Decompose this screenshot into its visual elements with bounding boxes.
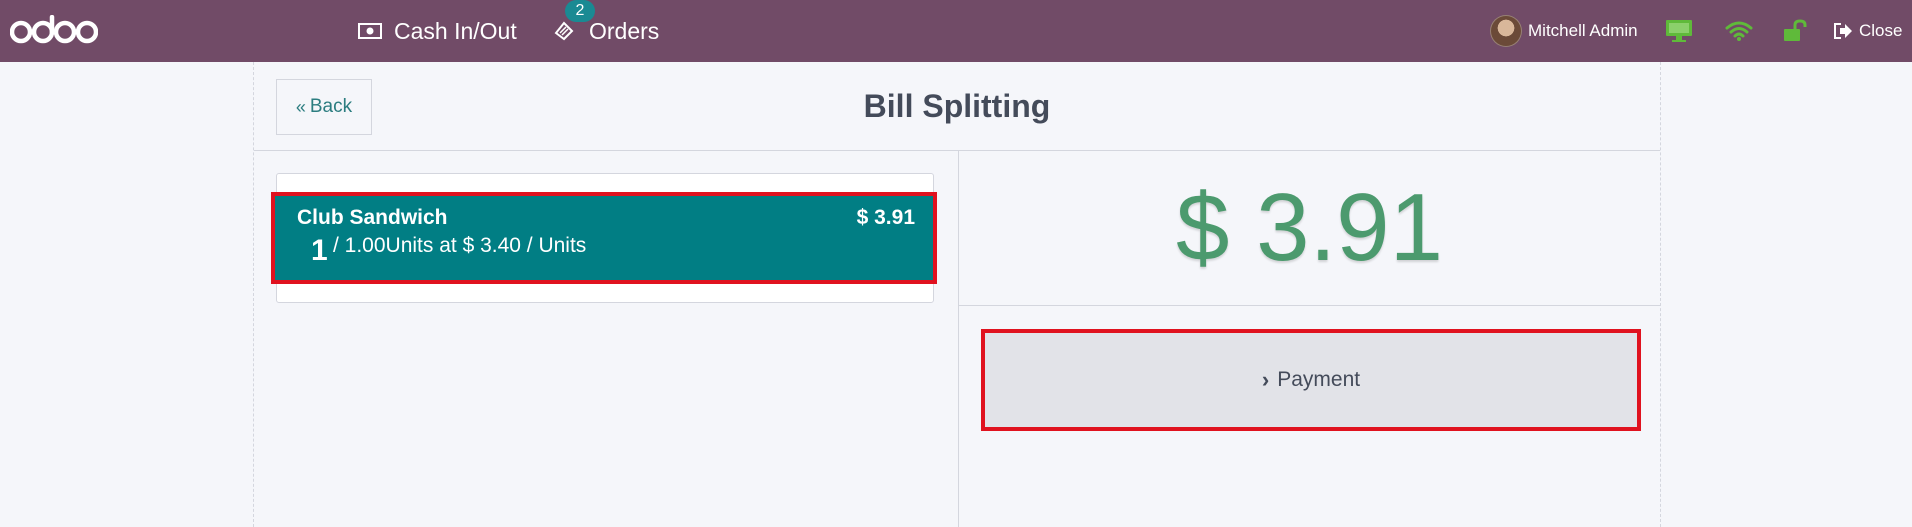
wifi-icon[interactable]: [1725, 0, 1753, 62]
unlock-icon[interactable]: [1782, 0, 1808, 62]
user-menu[interactable]: Mitchell Admin: [1490, 0, 1638, 62]
product-name: Club Sandwich: [297, 206, 448, 229]
split-total: $ 3.91: [1176, 174, 1443, 281]
orderlines-list: Club Sandwich $ 3.91 1 / 1.00Units at $ …: [271, 173, 937, 303]
orders-count-badge: 2: [565, 0, 595, 22]
user-name: Mitchell Admin: [1528, 21, 1638, 40]
page-title: Bill Splitting: [863, 88, 1051, 124]
orderline-club-sandwich[interactable]: Club Sandwich $ 3.91 1 / 1.00Units at $ …: [271, 192, 937, 284]
avatar: [1490, 15, 1522, 47]
close-button[interactable]: Close: [1833, 0, 1902, 62]
orderlines-pane: Club Sandwich $ 3.91 1 / 1.00Units at $ …: [254, 151, 959, 527]
back-button[interactable]: « Back: [276, 79, 372, 135]
orders-label: Orders: [589, 17, 660, 44]
top-navbar: Cash In/Out 2 Orders Mitchell Admin Clos…: [0, 0, 1912, 62]
payment-button[interactable]: › Payment: [981, 329, 1641, 431]
controls-pane: $ 3.91 › Payment: [959, 151, 1660, 527]
screen-header: Bill Splitting « Back: [254, 62, 1660, 151]
line-price: $ 3.91: [856, 206, 915, 229]
sign-out-icon: [1833, 22, 1853, 40]
line-unit-info: / 1.00Units at $ 3.40 / Units: [333, 234, 587, 257]
payment-label: Payment: [1277, 368, 1361, 391]
total-display: $ 3.91: [959, 151, 1660, 306]
split-quantity: 1: [311, 234, 328, 267]
bill-splitting-screen: Bill Splitting « Back Club Sandwich $ 3.…: [253, 62, 1661, 527]
money-icon: [358, 23, 382, 39]
double-chevron-left-icon: «: [295, 96, 306, 117]
ticket-icon: 2: [553, 0, 595, 42]
chevron-right-icon: ›: [1261, 367, 1270, 392]
cash-in-out-label: Cash In/Out: [394, 17, 517, 44]
close-label: Close: [1859, 21, 1903, 40]
monitor-icon[interactable]: [1665, 0, 1693, 62]
cash-in-out-button[interactable]: Cash In/Out: [358, 0, 517, 62]
orders-button[interactable]: 2 Orders: [553, 0, 659, 62]
back-label: Back: [309, 96, 353, 117]
odoo-logo: [10, 10, 98, 50]
